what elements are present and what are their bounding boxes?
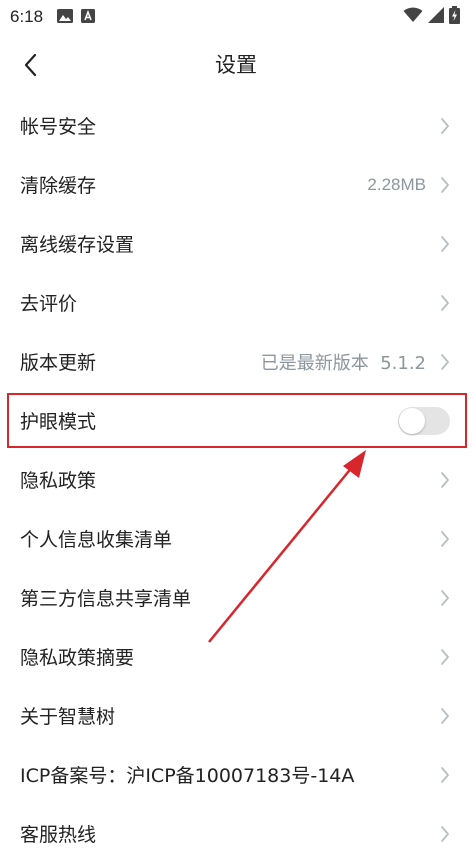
cache-size-value: 2.28MB: [367, 174, 426, 194]
cellular-signal-icon: [428, 7, 444, 27]
nav-bar: 设置: [0, 34, 472, 96]
battery-charging-icon: [449, 6, 460, 28]
wifi-icon: [403, 7, 423, 27]
app-notification-icon: [81, 8, 96, 27]
settings-item-label: 客服热线: [20, 824, 97, 846]
settings-item-third-party-sharing-list[interactable]: 第三方信息共享清单: [0, 568, 472, 627]
settings-item-label: 第三方信息共享清单: [20, 588, 192, 610]
settings-item-label: 关于智慧树: [20, 706, 116, 728]
settings-item-personal-info-list[interactable]: 个人信息收集清单: [0, 509, 472, 568]
chevron-right-icon: [441, 294, 449, 311]
status-time: 6:18: [10, 7, 44, 26]
settings-list: 帐号安全 清除缓存 2.28MB 离线缓存设置 去评价 版本更新 已是最新版本 …: [0, 96, 472, 863]
toggle-knob: [399, 407, 425, 434]
settings-item-privacy-summary[interactable]: 隐私政策摘要: [0, 627, 472, 686]
settings-item-label: 版本更新: [20, 352, 97, 374]
settings-item-label: 帐号安全: [20, 116, 97, 138]
settings-item-rate-app[interactable]: 去评价: [0, 273, 472, 332]
settings-item-clear-cache[interactable]: 清除缓存 2.28MB: [0, 155, 472, 214]
back-button[interactable]: [12, 46, 48, 84]
settings-item-account-security[interactable]: 帐号安全: [0, 96, 472, 155]
chevron-right-icon: [441, 353, 449, 370]
settings-item-label: 个人信息收集清单: [20, 529, 173, 551]
chevron-right-icon: [441, 707, 449, 724]
chevron-right-icon: [441, 117, 449, 134]
eye-protection-toggle[interactable]: [398, 406, 450, 435]
chevron-right-icon: [441, 176, 449, 193]
settings-item-privacy-policy[interactable]: 隐私政策: [0, 450, 472, 509]
status-bar: 6:18: [0, 0, 472, 34]
chevron-right-icon: [441, 471, 449, 488]
chevron-right-icon: [441, 589, 449, 606]
chevron-left-icon: [24, 53, 37, 77]
chevron-right-icon: [441, 530, 449, 547]
chevron-right-icon: [441, 648, 449, 665]
gallery-notification-icon: [57, 8, 74, 27]
settings-item-label: 隐私政策: [20, 470, 97, 492]
settings-item-about[interactable]: 关于智慧树: [0, 686, 472, 745]
settings-item-label: 隐私政策摘要: [20, 647, 135, 669]
settings-item-label: 清除缓存: [20, 175, 97, 197]
settings-item-label: 护眼模式: [20, 411, 97, 433]
settings-item-label: ICP备案号：沪ICP备10007183号-14A: [20, 765, 355, 787]
chevron-right-icon: [441, 825, 449, 842]
settings-item-version-update[interactable]: 版本更新 已是最新版本 5.1.2: [0, 332, 472, 391]
chevron-right-icon: [441, 766, 449, 783]
settings-item-label: 离线缓存设置: [20, 234, 135, 256]
chevron-right-icon: [441, 235, 449, 252]
settings-item-customer-hotline[interactable]: 客服热线: [0, 804, 472, 863]
version-status-value: 已是最新版本 5.1.2: [260, 352, 426, 374]
page-title: 设置: [215, 53, 257, 77]
settings-item-offline-cache[interactable]: 离线缓存设置: [0, 214, 472, 273]
settings-item-eye-protection-mode: 护眼模式: [0, 391, 472, 450]
settings-item-icp-record[interactable]: ICP备案号：沪ICP备10007183号-14A: [0, 745, 472, 804]
settings-item-label: 去评价: [20, 293, 78, 315]
